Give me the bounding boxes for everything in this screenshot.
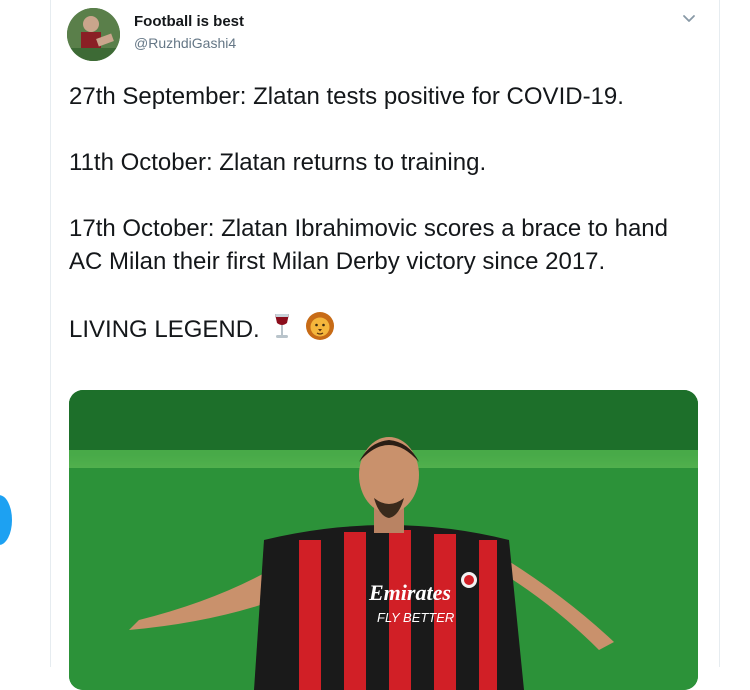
tweet-line-4: LIVING LEGEND. (69, 311, 689, 350)
avatar-image (67, 8, 120, 61)
tweet-line-4-text: LIVING LEGEND. (69, 315, 260, 343)
tweet-line-1: 27th September: Zlatan tests positive fo… (69, 83, 624, 110)
chevron-down-icon[interactable] (680, 10, 698, 28)
wine-glass-icon (270, 312, 294, 349)
tweet-line-2: 11th October: Zlatan returns to training… (69, 149, 487, 176)
lion-face-icon (305, 311, 335, 350)
player-celebration-image: Emirates FLY BETTER (69, 390, 698, 690)
floating-action-button[interactable] (0, 495, 12, 545)
avatar[interactable] (67, 8, 120, 61)
tweet-media-photo[interactable]: Emirates FLY BETTER (69, 390, 698, 690)
tweet-line-3: 17th October: Zlatan Ibrahimovic scores … (69, 215, 668, 275)
shirt-tagline-text: FLY BETTER (377, 610, 454, 625)
author-display-name[interactable]: Football is best (134, 13, 244, 30)
tweet-text: 27th September: Zlatan tests positive fo… (69, 80, 689, 350)
author-handle[interactable]: @RuzhdiGashi4 (134, 35, 236, 51)
shirt-sponsor-text: Emirates (368, 580, 451, 605)
